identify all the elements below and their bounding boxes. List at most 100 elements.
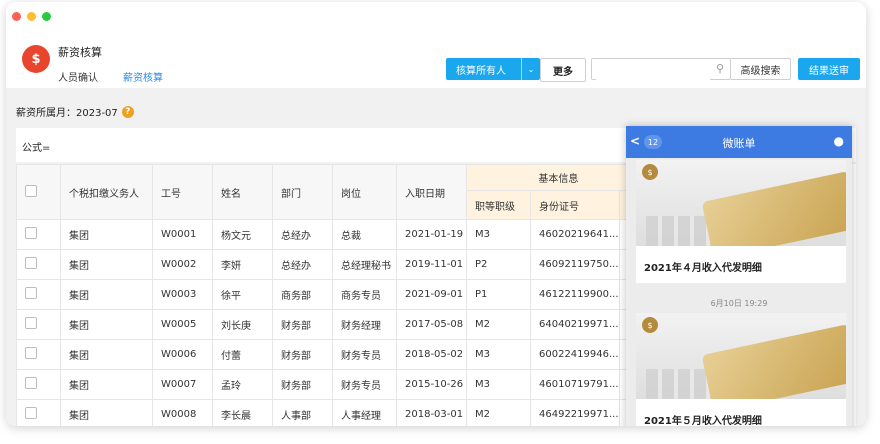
row-select-cell[interactable] xyxy=(16,309,61,340)
select-all-cell[interactable] xyxy=(16,164,61,220)
table-row[interactable]: 集团 W0007 孟玲 财务部 财务专员 2015-10-26 M3 46010719791.… xyxy=(16,369,651,400)
header-hire-date[interactable]: 入职日期 xyxy=(396,164,467,220)
close-window-button[interactable] xyxy=(12,12,21,21)
cell-position: 总裁 xyxy=(332,219,397,250)
calculate-all-button[interactable]: 核算所有人 ⌄ xyxy=(446,58,540,80)
table-row[interactable]: 集团 W0002 李妍 总经办 总经理秘书 2019-11-01 P2 46092119750… xyxy=(16,249,651,280)
row-checkbox[interactable] xyxy=(25,227,37,239)
cell-withholding-agent: 集团 xyxy=(60,399,153,426)
header-grade[interactable]: 职等职级 xyxy=(466,190,531,220)
row-checkbox[interactable] xyxy=(25,317,37,329)
cell-grade: P1 xyxy=(466,279,531,310)
row-select-cell[interactable] xyxy=(16,219,61,250)
phone-header: < 12 微账单 ● xyxy=(626,126,852,158)
cell-withholding-agent: 集团 xyxy=(60,309,153,340)
header-id-number[interactable]: 身份证号 xyxy=(530,190,620,220)
cell-grade: P2 xyxy=(466,249,531,280)
minimize-window-button[interactable] xyxy=(27,12,36,21)
cell-grade: M2 xyxy=(466,399,531,426)
chevron-down-icon[interactable]: ⌄ xyxy=(521,58,540,80)
header-basic-info-group: 基本信息 xyxy=(466,164,651,191)
search-input[interactable] xyxy=(596,61,710,82)
header-position[interactable]: 岗位 xyxy=(332,164,397,220)
app-window: $ 薪资核算 人员确认 薪资核算 核算所有人 ⌄ 更多 ⚲ 高级搜索 结果送审 … xyxy=(6,2,866,426)
more-button[interactable]: 更多 xyxy=(540,58,586,82)
calculate-all-label: 核算所有人 xyxy=(456,65,506,77)
header-employee-id[interactable]: 工号 xyxy=(152,164,213,220)
table-row[interactable]: 集团 W0008 李长晨 人事部 人事经理 2018-03-01 M2 46492219971… xyxy=(16,399,651,426)
select-all-checkbox[interactable] xyxy=(25,184,37,197)
cell-department: 财务部 xyxy=(272,339,333,370)
cell-hire-date: 2015-10-26 xyxy=(396,369,467,400)
row-select-cell[interactable] xyxy=(16,279,61,310)
mobile-preview-panel: < 12 微账单 ● $ 2021年４月收入代发明细 6月10日 19:29 $… xyxy=(626,126,852,426)
table-row[interactable]: 集团 W0001 杨文元 总经办 总裁 2021-01-19 M3 46020219641..… xyxy=(16,219,651,250)
cell-withholding-agent: 集团 xyxy=(60,219,153,250)
cell-id-number: 46020219641... xyxy=(530,219,620,250)
user-icon[interactable]: ● xyxy=(834,134,844,148)
row-checkbox[interactable] xyxy=(25,287,37,299)
search-icon[interactable]: ⚲ xyxy=(716,62,724,75)
cell-employee-id: W0005 xyxy=(152,309,213,340)
bill-card-title: 2021年４月收入代发明细 xyxy=(644,263,762,274)
cell-withholding-agent: 集团 xyxy=(60,339,153,370)
row-checkbox[interactable] xyxy=(25,347,37,359)
table-row[interactable]: 集团 W0005 刘长庚 财务部 财务经理 2017-05-08 M2 64040219971… xyxy=(16,309,651,340)
cell-withholding-agent: 集团 xyxy=(60,369,153,400)
header-withholding-agent[interactable]: 个税扣缴义务人 xyxy=(60,164,153,220)
cell-position: 人事经理 xyxy=(332,399,397,426)
cell-name: 徐平 xyxy=(212,279,273,310)
row-checkbox[interactable] xyxy=(25,257,37,269)
message-timestamp: 6月10日 19:29 xyxy=(710,299,768,308)
table-row[interactable]: 集团 W0006 付蕾 财务部 财务专员 2018-05-02 M3 60022419946.… xyxy=(16,339,651,370)
cell-employee-id: W0006 xyxy=(152,339,213,370)
row-checkbox[interactable] xyxy=(25,407,37,419)
salary-period-label: 薪资所属月：2023-07 xyxy=(16,108,118,119)
cell-department: 财务部 xyxy=(272,309,333,340)
tab-personnel-confirm[interactable]: 人员确认 xyxy=(58,69,98,89)
cell-department: 总经办 xyxy=(272,249,333,280)
gold-card-graphic xyxy=(701,324,846,399)
cell-hire-date: 2021-01-19 xyxy=(396,219,467,250)
row-select-cell[interactable] xyxy=(16,339,61,370)
header-name[interactable]: 姓名 xyxy=(212,164,273,220)
advanced-search-button[interactable]: 高级搜索 xyxy=(731,58,791,80)
gold-card-graphic xyxy=(701,171,846,246)
row-select-cell[interactable] xyxy=(16,399,61,426)
bill-card[interactable]: $ 2021年５月收入代发明细 xyxy=(636,313,846,426)
send-result-button[interactable]: 结果送审 xyxy=(798,58,860,80)
cell-id-number: 64040219971... xyxy=(530,309,620,340)
cell-id-number: 60022419946... xyxy=(530,339,620,370)
cell-grade: M3 xyxy=(466,369,531,400)
help-icon[interactable]: ? xyxy=(121,105,134,118)
window-controls xyxy=(12,12,51,21)
cell-name: 杨文元 xyxy=(212,219,273,250)
cell-withholding-agent: 集团 xyxy=(60,279,153,310)
salary-period: 薪资所属月：2023-07 ? xyxy=(16,104,134,119)
coin-icon: $ xyxy=(642,164,658,180)
bank-card-image xyxy=(636,160,846,246)
cell-employee-id: W0007 xyxy=(152,369,213,400)
cell-employee-id: W0003 xyxy=(152,279,213,310)
row-select-cell[interactable] xyxy=(16,249,61,280)
header-department[interactable]: 部门 xyxy=(272,164,333,220)
cell-hire-date: 2018-03-01 xyxy=(396,399,467,426)
app-title: 薪资核算 xyxy=(58,46,102,59)
cell-grade: M3 xyxy=(466,339,531,370)
cell-department: 商务部 xyxy=(272,279,333,310)
row-select-cell[interactable] xyxy=(16,369,61,400)
cell-name: 李妍 xyxy=(212,249,273,280)
coin-icon: $ xyxy=(642,317,658,333)
maximize-window-button[interactable] xyxy=(42,12,51,21)
cell-withholding-agent: 集团 xyxy=(60,249,153,280)
row-checkbox[interactable] xyxy=(25,377,37,389)
cell-employee-id: W0008 xyxy=(152,399,213,426)
bill-card[interactable]: $ 2021年４月收入代发明细 xyxy=(636,160,846,283)
phone-title: 微账单 xyxy=(722,137,756,150)
table-row[interactable]: 集团 W0003 徐平 商务部 商务专员 2021-09-01 P1 46122119900.… xyxy=(16,279,651,310)
cell-grade: M3 xyxy=(466,219,531,250)
cell-position: 财务经理 xyxy=(332,309,397,340)
cell-position: 商务专员 xyxy=(332,279,397,310)
cell-position: 总经理秘书 xyxy=(332,249,397,280)
search-box: ⚲ xyxy=(591,58,731,82)
